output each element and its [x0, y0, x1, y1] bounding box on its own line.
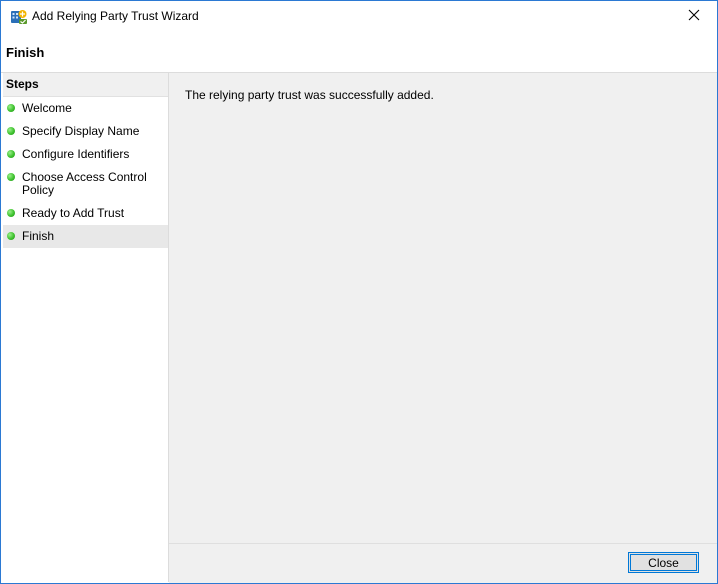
- step-label: Choose Access Control Policy: [22, 170, 147, 197]
- success-message: The relying party trust was successfully…: [185, 88, 434, 102]
- step-specify-display-name: Specify Display Name: [3, 120, 168, 143]
- step-choose-access-control-policy: Choose Access Control Policy: [3, 166, 168, 202]
- close-button[interactable]: Close: [628, 552, 699, 573]
- footer-bar: Close: [169, 543, 717, 583]
- relying-party-trust-icon: [10, 8, 28, 26]
- step-label: Specify Display Name: [22, 124, 140, 138]
- step-label: Welcome: [22, 101, 72, 115]
- content-pane: The relying party trust was successfully…: [169, 73, 717, 543]
- step-complete-icon: [7, 150, 15, 158]
- window-close-button[interactable]: [671, 1, 717, 32]
- page-header: Finish: [1, 32, 717, 73]
- step-label: Ready to Add Trust: [22, 206, 125, 220]
- step-welcome: Welcome: [3, 97, 168, 120]
- step-label: Finish: [22, 229, 55, 243]
- step-ready-to-add-trust: Ready to Add Trust: [3, 202, 168, 225]
- step-complete-icon: [7, 232, 15, 240]
- page-title: Finish: [6, 45, 45, 60]
- title-bar[interactable]: Add Relying Party Trust Wizard: [1, 1, 717, 32]
- window-title: Add Relying Party Trust Wizard: [32, 9, 199, 23]
- step-label: Configure Identifiers: [22, 147, 130, 161]
- steps-pane: Steps Welcome Specify Display Name Confi…: [3, 73, 169, 582]
- steps-heading: Steps: [3, 73, 168, 97]
- step-complete-icon: [7, 209, 15, 217]
- step-complete-icon: [7, 104, 15, 112]
- step-complete-icon: [7, 127, 15, 135]
- step-configure-identifiers: Configure Identifiers: [3, 143, 168, 166]
- step-finish: Finish: [3, 225, 168, 248]
- step-complete-icon: [7, 173, 15, 181]
- close-icon: [688, 8, 700, 26]
- wizard-window: Add Relying Party Trust Wizard Finish St…: [0, 0, 718, 584]
